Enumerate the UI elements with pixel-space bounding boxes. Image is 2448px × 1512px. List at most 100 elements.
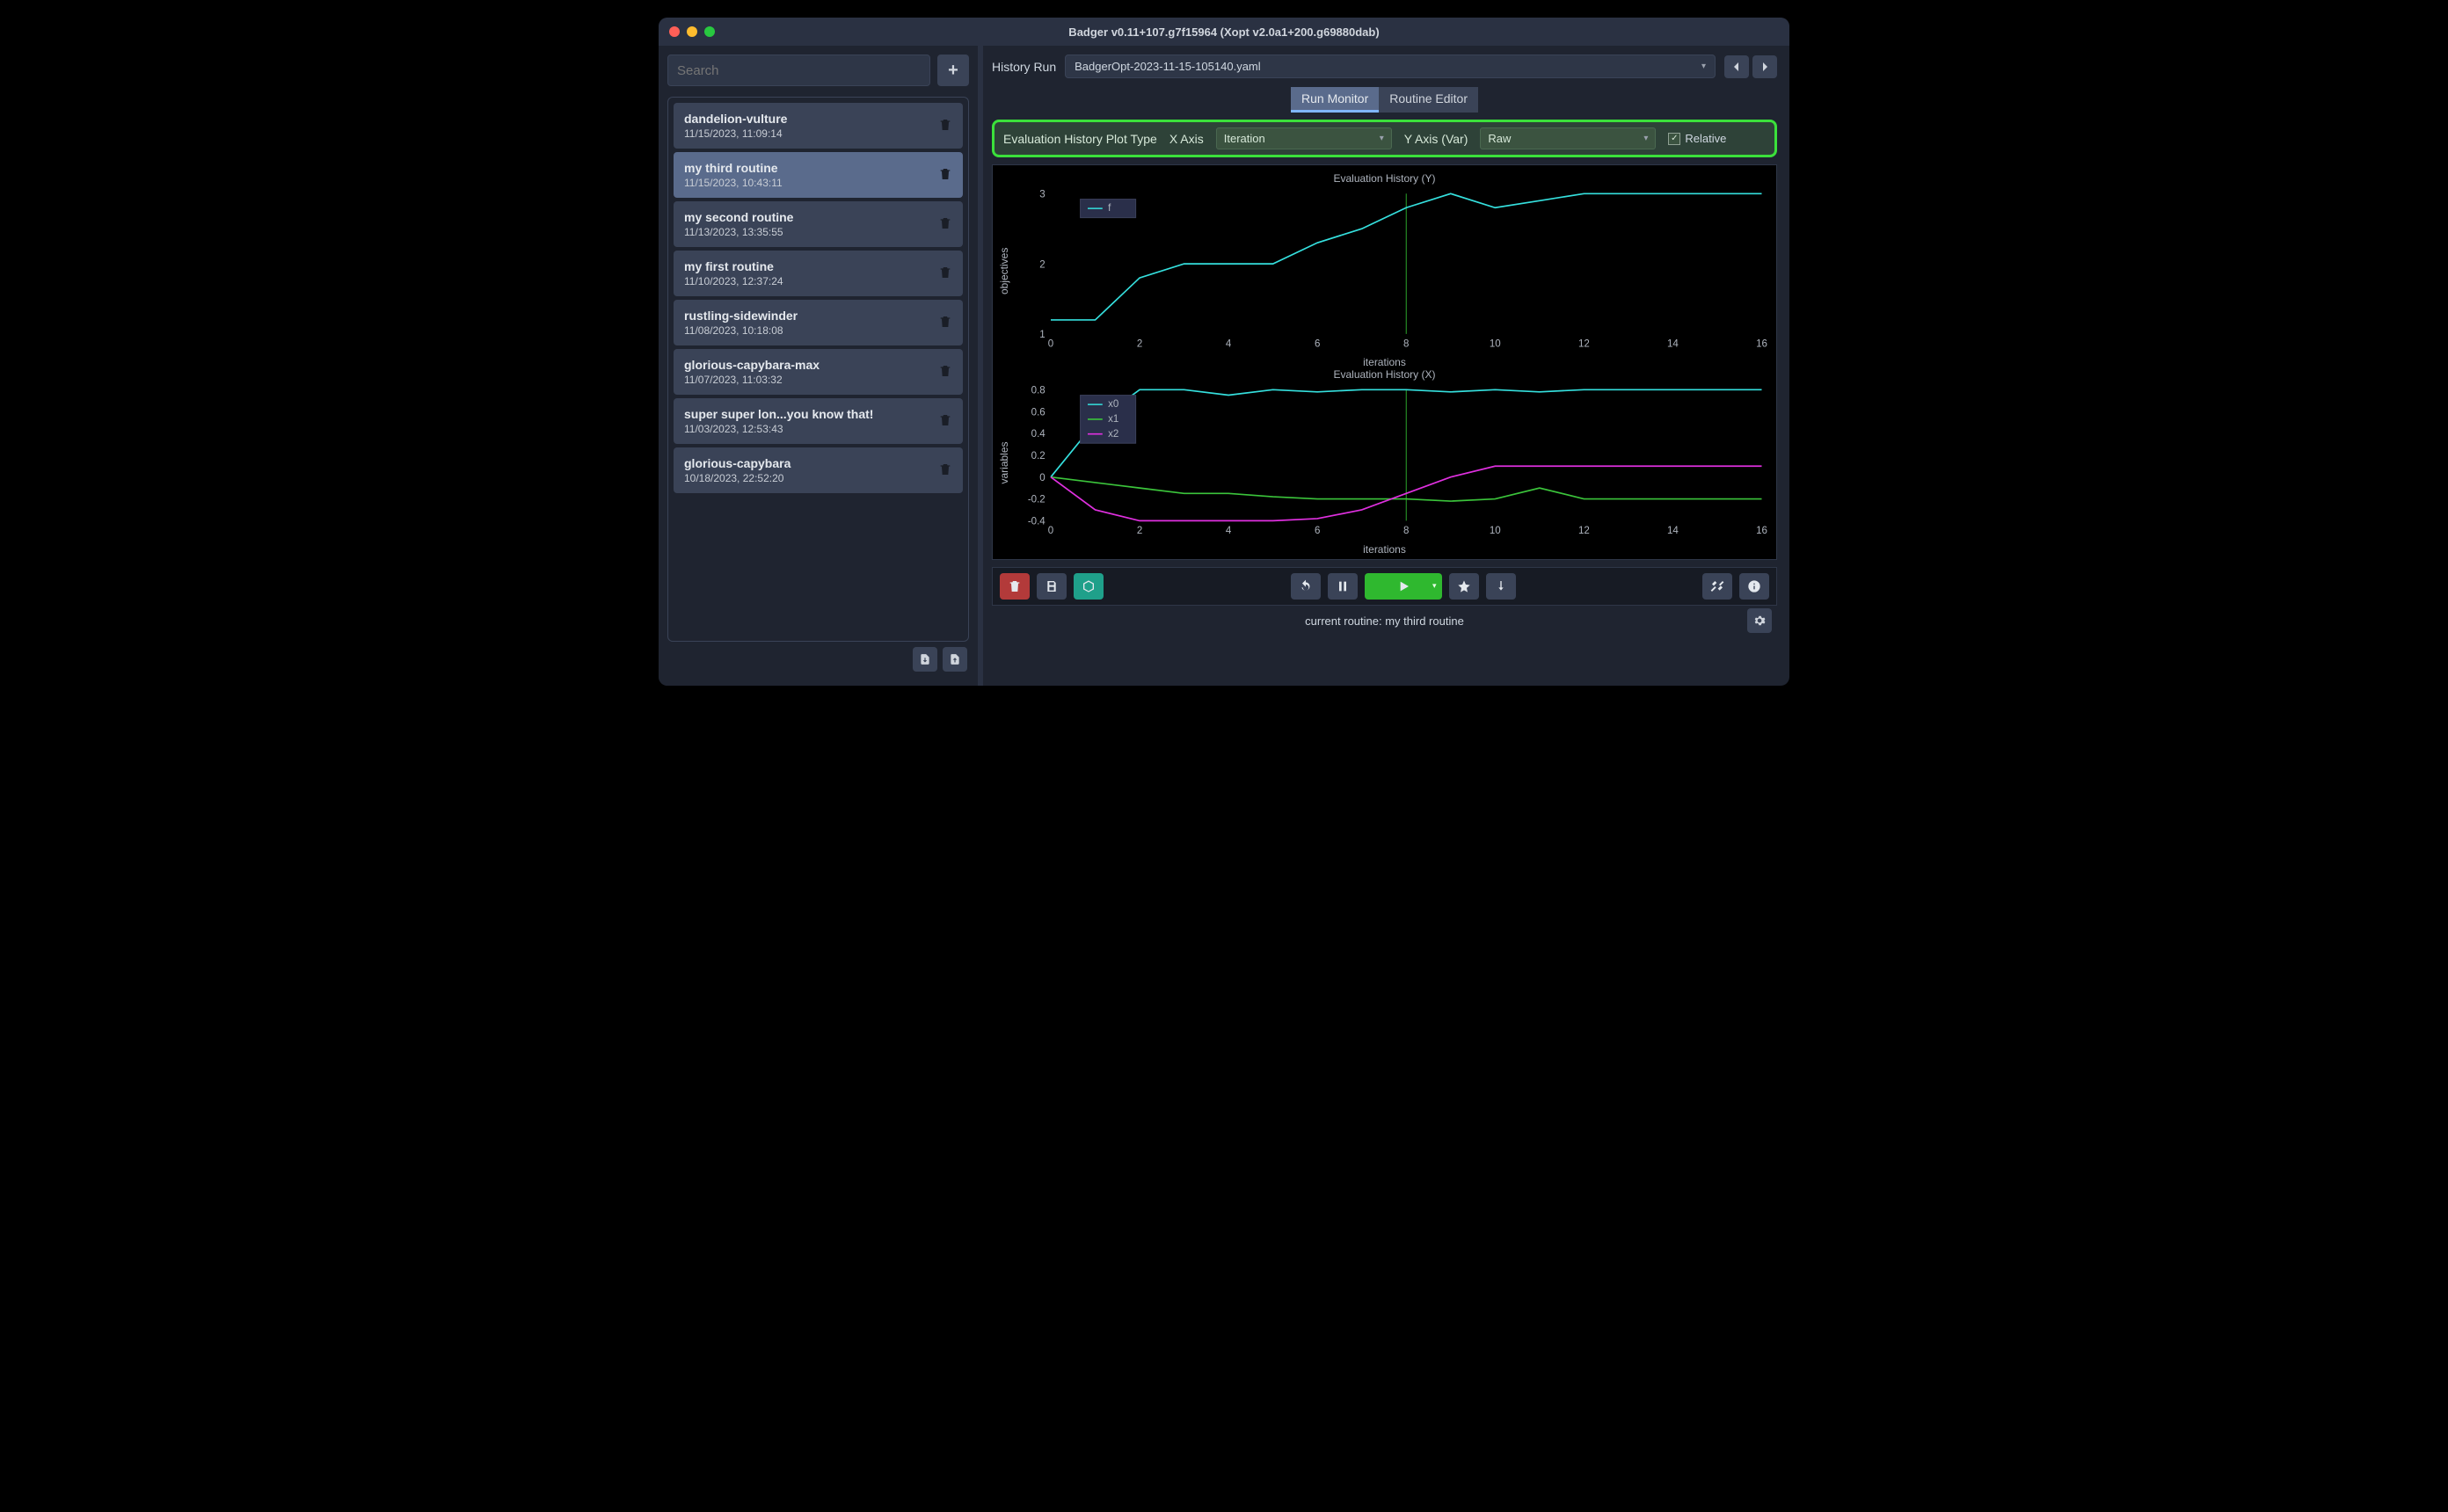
chart-svg: 0246810121416-0.4-0.200.20.40.60.8x0x1x2 bbox=[1014, 384, 1771, 542]
delete-routine-button[interactable] bbox=[938, 166, 952, 185]
svg-text:0.4: 0.4 bbox=[1031, 429, 1046, 440]
tools-button[interactable] bbox=[1702, 573, 1732, 600]
tab-run-monitor[interactable]: Run Monitor bbox=[1291, 87, 1379, 113]
svg-text:0: 0 bbox=[1039, 473, 1045, 483]
chart-title: Evaluation History (Y) bbox=[998, 172, 1771, 185]
window-controls bbox=[669, 26, 715, 37]
svg-text:12: 12 bbox=[1578, 526, 1590, 536]
chevron-right-icon bbox=[1761, 62, 1768, 71]
svg-text:-0.2: -0.2 bbox=[1028, 495, 1046, 505]
minimize-window-button[interactable] bbox=[687, 26, 697, 37]
svg-text:4: 4 bbox=[1226, 526, 1232, 536]
history-run-select[interactable]: BadgerOpt-2023-11-15-105140.yaml ▾ bbox=[1065, 55, 1716, 78]
svg-text:16: 16 bbox=[1756, 526, 1767, 536]
svg-text:12: 12 bbox=[1578, 339, 1590, 350]
svg-text:8: 8 bbox=[1403, 339, 1409, 350]
delete-run-button[interactable] bbox=[1000, 573, 1030, 600]
close-window-button[interactable] bbox=[669, 26, 680, 37]
reset-button[interactable] bbox=[1291, 573, 1321, 600]
routine-date: 11/10/2023, 12:37:24 bbox=[684, 275, 783, 287]
routine-item[interactable]: my third routine11/15/2023, 10:43:11 bbox=[674, 152, 963, 198]
routine-name: rustling-sidewinder bbox=[684, 309, 798, 323]
svg-text:8: 8 bbox=[1403, 526, 1409, 536]
delete-routine-button[interactable] bbox=[938, 215, 952, 234]
settings-button[interactable] bbox=[1747, 608, 1772, 633]
chevron-down-icon: ▾ bbox=[1643, 134, 1648, 143]
routine-item[interactable]: dandelion-vulture11/15/2023, 11:09:14 bbox=[674, 103, 963, 149]
chart-ylabel: variables bbox=[998, 384, 1014, 542]
svg-text:2: 2 bbox=[1137, 526, 1142, 536]
export-button[interactable] bbox=[943, 647, 967, 672]
svg-text:6: 6 bbox=[1315, 526, 1320, 536]
routine-date: 11/08/2023, 10:18:08 bbox=[684, 324, 798, 337]
sidebar: + dandelion-vulture11/15/2023, 11:09:14m… bbox=[659, 46, 978, 686]
chevron-left-icon bbox=[1733, 62, 1740, 71]
trash-icon bbox=[938, 319, 952, 332]
gear-icon bbox=[1753, 614, 1766, 628]
routine-item[interactable]: rustling-sidewinder11/08/2023, 10:18:08 bbox=[674, 300, 963, 345]
chart-title: Evaluation History (X) bbox=[998, 368, 1771, 381]
tab-routine-editor[interactable]: Routine Editor bbox=[1379, 87, 1478, 113]
import-button[interactable] bbox=[913, 647, 937, 672]
xaxis-label: X Axis bbox=[1169, 132, 1204, 146]
play-icon bbox=[1396, 579, 1410, 593]
current-routine-label: current routine: my third routine bbox=[1305, 614, 1464, 628]
search-input[interactable] bbox=[667, 55, 930, 86]
routine-date: 11/13/2023, 13:35:55 bbox=[684, 226, 793, 238]
save-button[interactable] bbox=[1037, 573, 1067, 600]
action-bar: ▾ bbox=[992, 567, 1777, 606]
history-next-button[interactable] bbox=[1752, 55, 1777, 78]
pause-button[interactable] bbox=[1328, 573, 1358, 600]
trash-icon bbox=[938, 221, 952, 234]
relative-checkbox[interactable]: ✓ bbox=[1668, 133, 1680, 145]
chart-xlabel: iterations bbox=[998, 356, 1771, 368]
history-run-label: History Run bbox=[992, 60, 1056, 74]
routine-name: my second routine bbox=[684, 210, 793, 224]
svg-text:16: 16 bbox=[1756, 339, 1767, 350]
star-icon bbox=[1457, 579, 1471, 593]
routine-item[interactable]: glorious-capybara-max11/07/2023, 11:03:3… bbox=[674, 349, 963, 395]
package-button[interactable] bbox=[1074, 573, 1104, 600]
svg-text:10: 10 bbox=[1490, 526, 1501, 536]
trash-icon bbox=[938, 368, 952, 382]
save-icon bbox=[1045, 579, 1059, 593]
info-button[interactable] bbox=[1739, 573, 1769, 600]
yaxis-select[interactable]: Raw ▾ bbox=[1480, 127, 1656, 149]
routine-item[interactable]: super super lon...you know that!11/03/20… bbox=[674, 398, 963, 444]
routine-name: glorious-capybara-max bbox=[684, 358, 820, 372]
history-prev-button[interactable] bbox=[1724, 55, 1749, 78]
svg-text:x2: x2 bbox=[1108, 429, 1118, 440]
plus-icon: + bbox=[948, 61, 958, 81]
svg-text:0.2: 0.2 bbox=[1031, 451, 1046, 462]
file-export-icon bbox=[949, 652, 961, 666]
main-panel: History Run BadgerOpt-2023-11-15-105140.… bbox=[983, 46, 1789, 686]
trash-icon bbox=[938, 270, 952, 283]
jump-button[interactable] bbox=[1486, 573, 1516, 600]
xaxis-select[interactable]: Iteration ▾ bbox=[1216, 127, 1392, 149]
routine-date: 11/15/2023, 11:09:14 bbox=[684, 127, 787, 140]
delete-routine-button[interactable] bbox=[938, 117, 952, 135]
routine-item[interactable]: my second routine 11/13/2023, 13:35:55 bbox=[674, 201, 963, 247]
jump-icon bbox=[1494, 579, 1508, 593]
delete-routine-button[interactable] bbox=[938, 363, 952, 382]
run-button[interactable]: ▾ bbox=[1365, 573, 1442, 600]
window-title: Badger v0.11+107.g7f15964 (Xopt v2.0a1+2… bbox=[1068, 25, 1379, 39]
svg-text:3: 3 bbox=[1039, 190, 1045, 200]
add-routine-button[interactable]: + bbox=[937, 55, 969, 86]
maximize-window-button[interactable] bbox=[704, 26, 715, 37]
svg-text:14: 14 bbox=[1667, 526, 1679, 536]
plots-area: Evaluation History (Y)objectives02468101… bbox=[992, 164, 1777, 560]
delete-routine-button[interactable] bbox=[938, 265, 952, 283]
delete-routine-button[interactable] bbox=[938, 462, 952, 480]
favorite-button[interactable] bbox=[1449, 573, 1479, 600]
svg-text:x1: x1 bbox=[1108, 414, 1118, 425]
routine-date: 10/18/2023, 22:52:20 bbox=[684, 472, 790, 484]
relative-label: Relative bbox=[1685, 132, 1726, 145]
delete-routine-button[interactable] bbox=[938, 314, 952, 332]
routine-item[interactable]: my first routine11/10/2023, 12:37:24 bbox=[674, 251, 963, 296]
app-window: Badger v0.11+107.g7f15964 (Xopt v2.0a1+2… bbox=[659, 18, 1789, 686]
chart-xlabel: iterations bbox=[998, 543, 1771, 556]
routine-item[interactable]: glorious-capybara10/18/2023, 22:52:20 bbox=[674, 447, 963, 493]
status-bar: current routine: my third routine bbox=[992, 606, 1777, 633]
delete-routine-button[interactable] bbox=[938, 412, 952, 431]
